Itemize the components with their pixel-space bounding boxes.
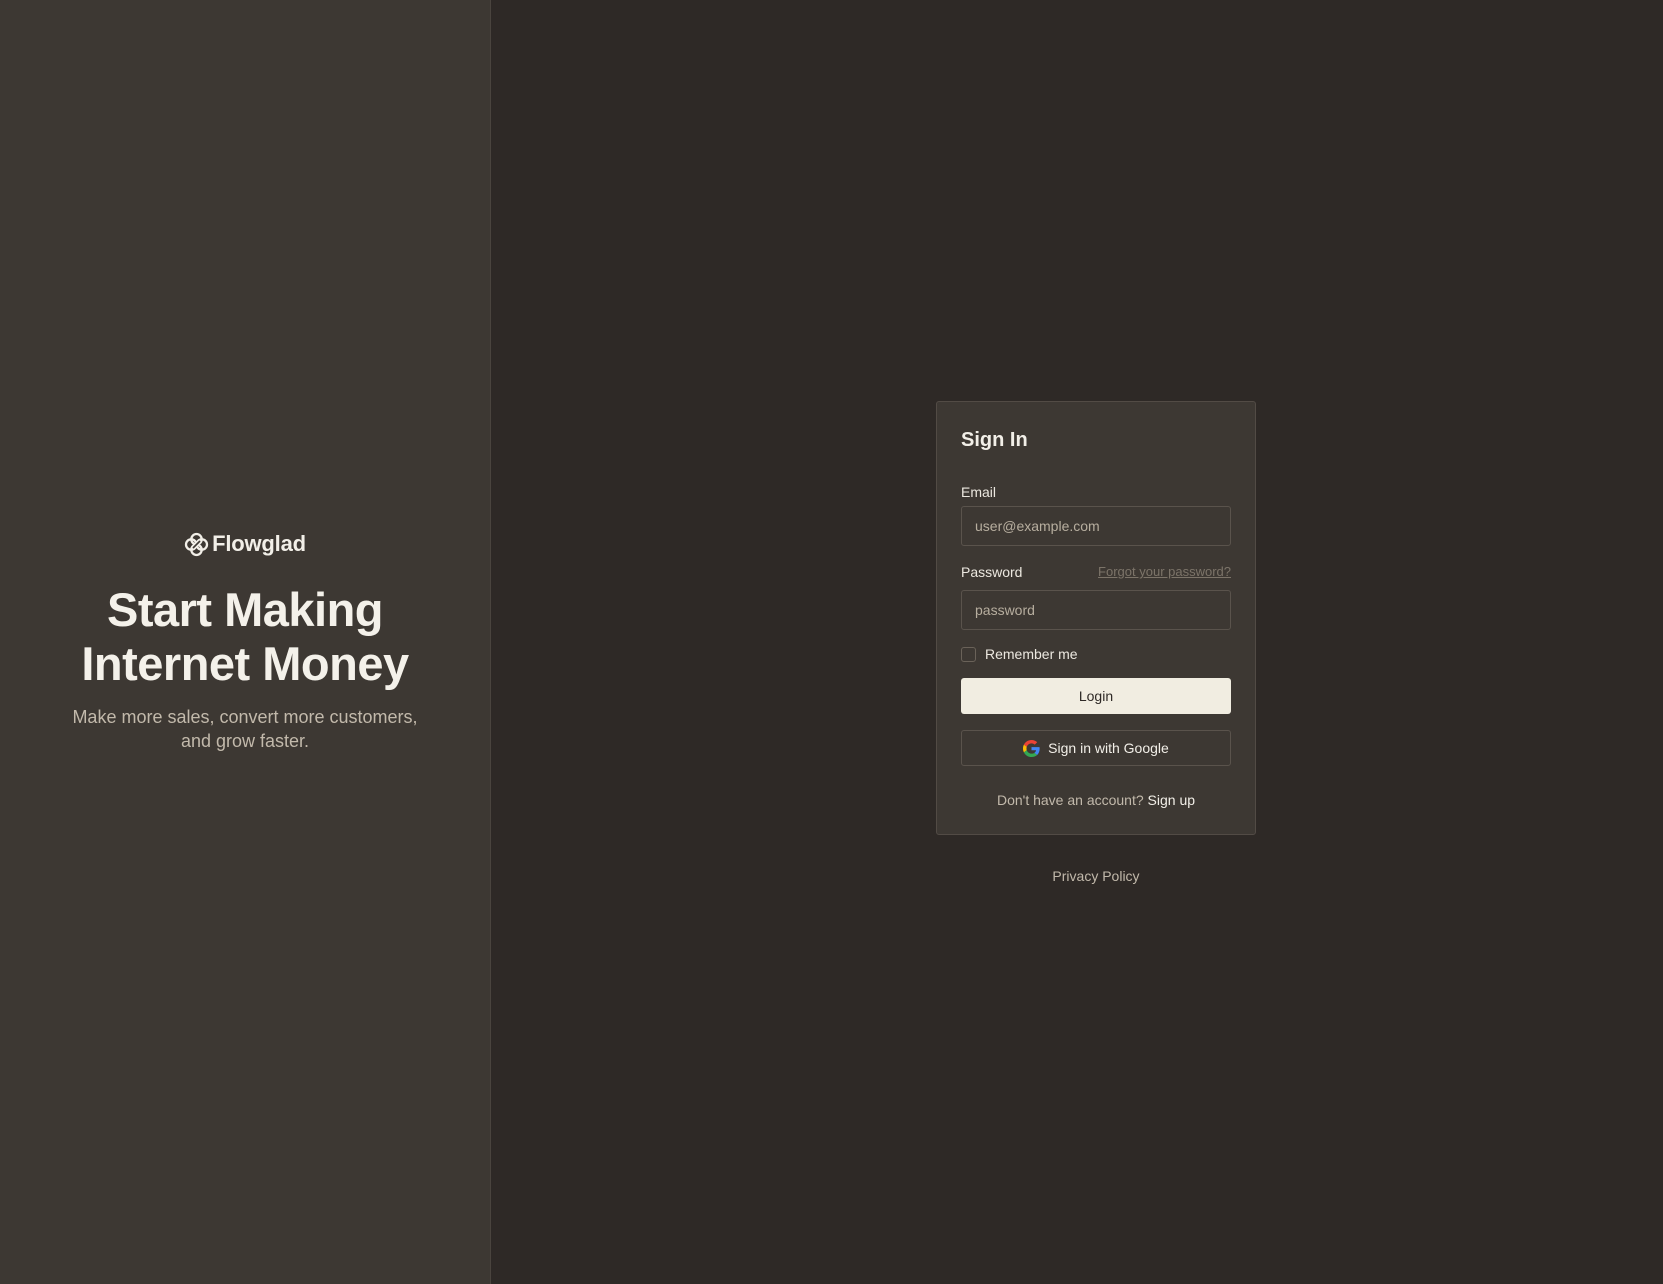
password-label: Password bbox=[961, 564, 1023, 580]
hero-title: Start Making Internet Money bbox=[81, 583, 409, 690]
signin-panel: Sign In Email Password Forgot your passw… bbox=[491, 0, 1663, 1284]
brand: Flowglad bbox=[184, 531, 306, 557]
hero-subtitle: Make more sales, convert more customers,… bbox=[72, 707, 418, 751]
google-icon bbox=[1023, 739, 1040, 757]
flowglad-logo-icon bbox=[184, 532, 209, 557]
google-signin-label: Sign in with Google bbox=[1048, 740, 1169, 756]
signup-prompt: Don't have an account? bbox=[996, 792, 1144, 808]
email-label: Email bbox=[961, 484, 997, 500]
card-title: Sign In bbox=[961, 429, 1028, 451]
marketing-panel: Flowglad Start Making Internet Money Mak… bbox=[0, 0, 491, 1284]
signup-row: Don't have an account? Sign up bbox=[937, 792, 1255, 808]
remember-me-label[interactable]: Remember me bbox=[985, 646, 1078, 662]
forgot-password-link[interactable]: Forgot your password? bbox=[1098, 564, 1231, 579]
signin-card: Sign In Email Password Forgot your passw… bbox=[936, 401, 1256, 835]
remember-me-checkbox[interactable] bbox=[961, 646, 976, 662]
privacy-policy-link[interactable]: Privacy Policy bbox=[936, 868, 1256, 884]
brand-name: Flowglad bbox=[212, 531, 306, 556]
email-field[interactable] bbox=[961, 506, 1231, 546]
password-field[interactable] bbox=[961, 590, 1231, 630]
login-page: Flowglad Start Making Internet Money Mak… bbox=[0, 0, 1663, 1284]
remember-me-row: Remember me bbox=[961, 646, 1078, 662]
login-button[interactable]: Login bbox=[961, 678, 1231, 714]
google-signin-button[interactable]: Sign in with Google bbox=[961, 730, 1231, 766]
signup-link[interactable]: Sign up bbox=[1148, 792, 1195, 808]
